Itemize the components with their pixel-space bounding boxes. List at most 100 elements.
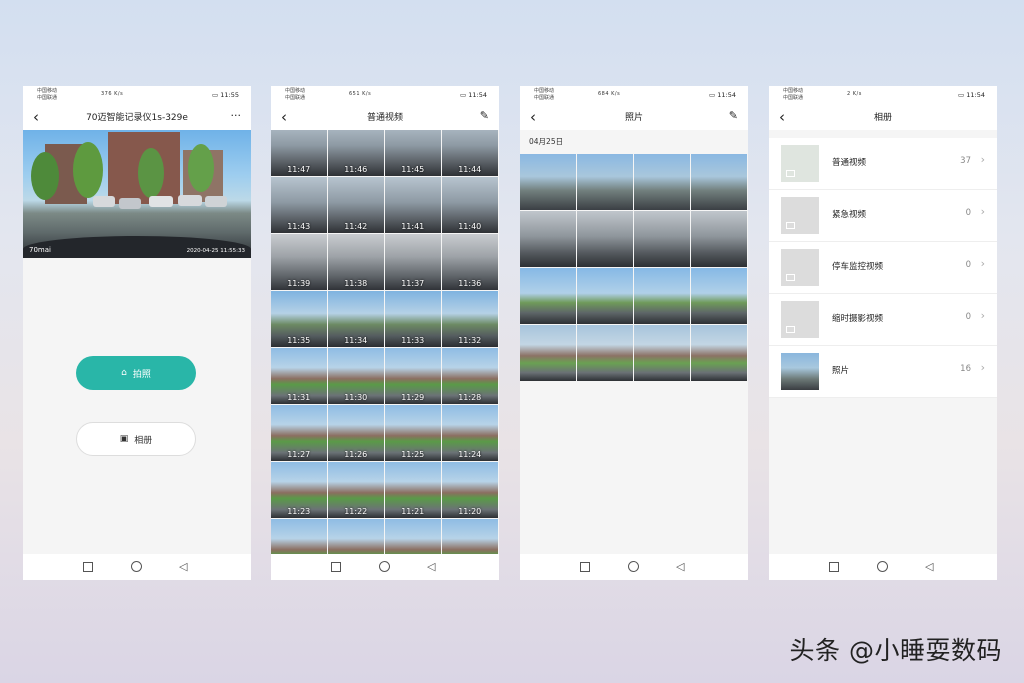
recent-apps-icon[interactable]: □ xyxy=(83,562,93,572)
carrier-1: 中国移动 xyxy=(783,88,804,94)
photo-thumbnail[interactable] xyxy=(520,154,576,210)
video-time-label: 11:43 xyxy=(287,221,311,231)
status-time: 11:54 xyxy=(717,91,736,99)
recent-apps-icon[interactable]: □ xyxy=(580,562,590,572)
photo-thumbnail[interactable] xyxy=(634,268,690,324)
carrier-1: 中国移动 xyxy=(534,88,555,94)
video-thumbnail[interactable]: 11:26 xyxy=(328,405,384,461)
photo-thumbnail[interactable] xyxy=(634,325,690,381)
video-thumbnail[interactable]: 11:20 xyxy=(442,462,498,518)
take-photo-button[interactable]: ⌂ 拍照 xyxy=(76,356,196,390)
back-nav-icon[interactable]: ◁ xyxy=(179,560,187,574)
edit-icon[interactable]: ✎ xyxy=(729,109,738,122)
video-thumbnail[interactable]: 11:22 xyxy=(328,462,384,518)
page-title: 70迈智能记录仪1s-329e xyxy=(86,113,188,123)
photo-thumbnail[interactable] xyxy=(577,268,633,324)
home-icon[interactable]: ○ xyxy=(877,561,888,572)
album-button[interactable]: ▣ 相册 xyxy=(76,422,196,456)
system-nav-bar: □ ○ ◁ xyxy=(769,554,997,580)
home-icon[interactable]: ○ xyxy=(379,561,390,572)
phone-screen-dashcam-home: 中国移动 中国联通 376 K/s ▭ 11:55 ‹ 70迈智能记录仪1s-32… xyxy=(23,86,251,580)
photo-thumbnail[interactable] xyxy=(691,154,747,210)
recent-apps-icon[interactable]: □ xyxy=(331,562,341,572)
status-bar: 中国移动 中国联通 2 K/s ▭ 11:54 xyxy=(769,86,997,104)
video-thumbnail[interactable]: 11:37 xyxy=(385,234,441,290)
video-thumbnail[interactable]: 11:29 xyxy=(385,348,441,404)
more-icon[interactable]: ··· xyxy=(231,109,242,122)
video-thumbnail[interactable]: 11:27 xyxy=(271,405,327,461)
photo-thumbnail[interactable] xyxy=(520,268,576,324)
recent-apps-icon[interactable]: □ xyxy=(829,562,839,572)
video-thumbnail[interactable]: 11:46 xyxy=(328,130,384,176)
video-thumbnail[interactable]: 11:43 xyxy=(271,177,327,233)
video-thumbnail[interactable]: 11:45 xyxy=(385,130,441,176)
camera-icon: ⌂ xyxy=(121,368,127,378)
car xyxy=(149,196,173,207)
network-speed: 651 K/s xyxy=(349,91,372,97)
phone-screen-normal-videos: 中国移动 中国联通 651 K/s ▭ 11:54 ‹ 普通视频 ✎ 11:47 1… xyxy=(271,86,499,580)
video-time-label: 11:42 xyxy=(344,221,368,231)
album-item-photos[interactable]: 照片 16 › xyxy=(769,346,997,398)
video-time-label: 11:22 xyxy=(344,506,368,516)
video-thumbnail[interactable]: 11:32 xyxy=(442,291,498,347)
album-item-timelapse-video[interactable]: . 缩时摄影视频 0 › xyxy=(769,294,997,346)
video-thumbnail[interactable]: 11:38 xyxy=(328,234,384,290)
video-thumbnail[interactable]: 11:23 xyxy=(271,462,327,518)
photo-thumbnail[interactable] xyxy=(691,325,747,381)
album-label: 相册 xyxy=(134,435,153,446)
edit-icon[interactable]: ✎ xyxy=(480,109,489,122)
album-thumbnail: . xyxy=(781,145,819,182)
photo-thumbnail[interactable] xyxy=(577,211,633,267)
photo-thumbnail[interactable] xyxy=(520,325,576,381)
video-thumbnail[interactable]: 11:33 xyxy=(385,291,441,347)
video-thumbnail[interactable]: 11:28 xyxy=(442,348,498,404)
video-thumbnail[interactable]: 11:19 xyxy=(271,519,327,554)
back-nav-icon[interactable]: ◁ xyxy=(676,560,684,574)
tree xyxy=(73,142,103,198)
video-thumbnail[interactable]: 11:25 xyxy=(385,405,441,461)
video-thumbnail[interactable]: 11:31 xyxy=(271,348,327,404)
video-grid: 11:47 11:46 11:45 11:44 11:43 11:42 11:41 11:40… xyxy=(271,130,499,554)
photo-thumbnail[interactable] xyxy=(577,325,633,381)
video-thumbnail[interactable]: 11:47 xyxy=(271,130,327,176)
video-time-label: 11:27 xyxy=(287,449,311,459)
video-time-label: 11:33 xyxy=(401,335,425,345)
video-thumbnail[interactable]: 11:24 xyxy=(442,405,498,461)
photo-thumbnail[interactable] xyxy=(691,211,747,267)
video-thumbnail[interactable]: 11:41 xyxy=(385,177,441,233)
chevron-right-icon: › xyxy=(980,153,985,166)
video-thumbnail[interactable]: 11:34 xyxy=(328,291,384,347)
video-thumbnail[interactable]: 11:44 xyxy=(442,130,498,176)
photo-thumbnail[interactable] xyxy=(691,268,747,324)
video-thumbnail[interactable]: 11:18 xyxy=(328,519,384,554)
video-thumbnail[interactable]: 11:39 xyxy=(271,234,327,290)
status-bar: 中国移动 中国联通 684 K/s ▭ 11:54 xyxy=(520,86,748,104)
home-icon[interactable]: ○ xyxy=(131,561,142,572)
video-time-label: 11:28 xyxy=(458,392,482,402)
status-time: 11:55 xyxy=(220,91,239,99)
photo-thumbnail[interactable] xyxy=(577,154,633,210)
system-nav-bar: □ ○ ◁ xyxy=(520,554,748,580)
video-thumbnail[interactable]: 11:36 xyxy=(442,234,498,290)
photo-thumbnail[interactable] xyxy=(634,154,690,210)
chevron-right-icon: › xyxy=(980,361,985,374)
video-thumbnail[interactable]: 11:40 xyxy=(442,177,498,233)
video-thumbnail[interactable]: 11:21 xyxy=(385,462,441,518)
chevron-right-icon: › xyxy=(980,309,985,322)
album-item-parking-video[interactable]: . 停车监控视频 0 › xyxy=(769,242,997,294)
photo-thumbnail[interactable] xyxy=(634,211,690,267)
album-label: 普通视频 xyxy=(832,158,867,168)
home-icon[interactable]: ○ xyxy=(628,561,639,572)
video-thumbnail[interactable]: 11:17 xyxy=(385,519,441,554)
back-nav-icon[interactable]: ◁ xyxy=(427,560,435,574)
photo-thumbnail[interactable] xyxy=(520,211,576,267)
album-item-emergency-video[interactable]: . 紧急视频 0 › xyxy=(769,190,997,242)
album-label: 停车监控视频 xyxy=(832,262,884,272)
video-thumbnail[interactable]: 11:42 xyxy=(328,177,384,233)
back-nav-icon[interactable]: ◁ xyxy=(925,560,933,574)
video-thumbnail[interactable]: 11:35 xyxy=(271,291,327,347)
live-camera-view[interactable]: 70mai 2020-04-25 11:55:33 xyxy=(23,130,251,258)
video-thumbnail[interactable]: 11:30 xyxy=(328,348,384,404)
video-thumbnail[interactable]: 11:16 xyxy=(442,519,498,554)
album-item-normal-video[interactable]: . 普通视频 37 › xyxy=(769,138,997,190)
